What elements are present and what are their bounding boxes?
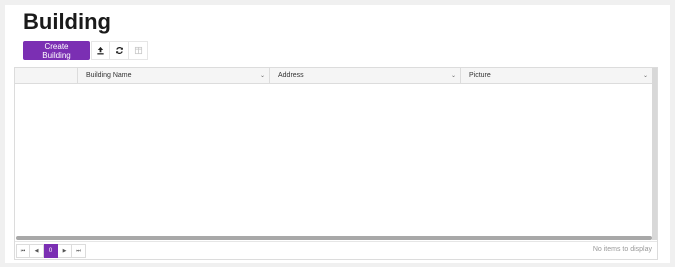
column-header-label: Address [278, 72, 304, 79]
pager: ⏮ ◀ 0 ▶ ⏭ No items to display [15, 241, 657, 260]
column-header-label: Building Name [86, 72, 132, 79]
first-page-button[interactable]: ⏮ [16, 244, 30, 258]
last-page-icon: ⏭ [76, 248, 81, 254]
vertical-scrollbar[interactable] [652, 68, 657, 240]
chevron-down-icon[interactable]: ⌄ [451, 72, 456, 79]
column-header-building-name[interactable]: Building Name ⌄ [77, 68, 269, 83]
create-building-button[interactable]: Create Building [23, 41, 90, 60]
upload-button[interactable] [91, 41, 110, 60]
refresh-button[interactable] [110, 41, 129, 60]
current-page-button[interactable]: 0 [44, 244, 58, 258]
select-column-header[interactable] [15, 68, 77, 83]
main-panel: Building Create Building Building Name ⌄… [5, 5, 670, 263]
column-header-label: Picture [469, 72, 491, 79]
prev-page-button[interactable]: ◀ [30, 244, 44, 258]
prev-page-icon: ◀ [34, 248, 39, 254]
toolbar: Create Building [23, 41, 148, 60]
grid-header: Building Name ⌄ Address ⌄ Picture ⌄ [15, 68, 652, 84]
first-page-icon: ⏮ [20, 248, 26, 254]
chevron-down-icon[interactable]: ⌄ [260, 72, 265, 79]
horizontal-scrollbar[interactable] [16, 236, 652, 240]
column-header-picture[interactable]: Picture ⌄ [460, 68, 652, 83]
data-grid: Building Name ⌄ Address ⌄ Picture ⌄ ⏮ ◀ [14, 67, 658, 260]
last-page-button[interactable]: ⏭ [72, 244, 86, 258]
empty-message: No items to display [592, 246, 652, 253]
next-page-icon: ▶ [62, 248, 67, 254]
columns-button[interactable] [129, 41, 148, 60]
columns-icon [134, 46, 143, 55]
refresh-icon [115, 46, 124, 55]
page-title: Building [23, 9, 111, 34]
chevron-down-icon[interactable]: ⌄ [643, 72, 648, 79]
upload-icon [96, 46, 105, 55]
next-page-button[interactable]: ▶ [58, 244, 72, 258]
column-header-address[interactable]: Address ⌄ [269, 68, 460, 83]
grid-body [15, 84, 652, 236]
